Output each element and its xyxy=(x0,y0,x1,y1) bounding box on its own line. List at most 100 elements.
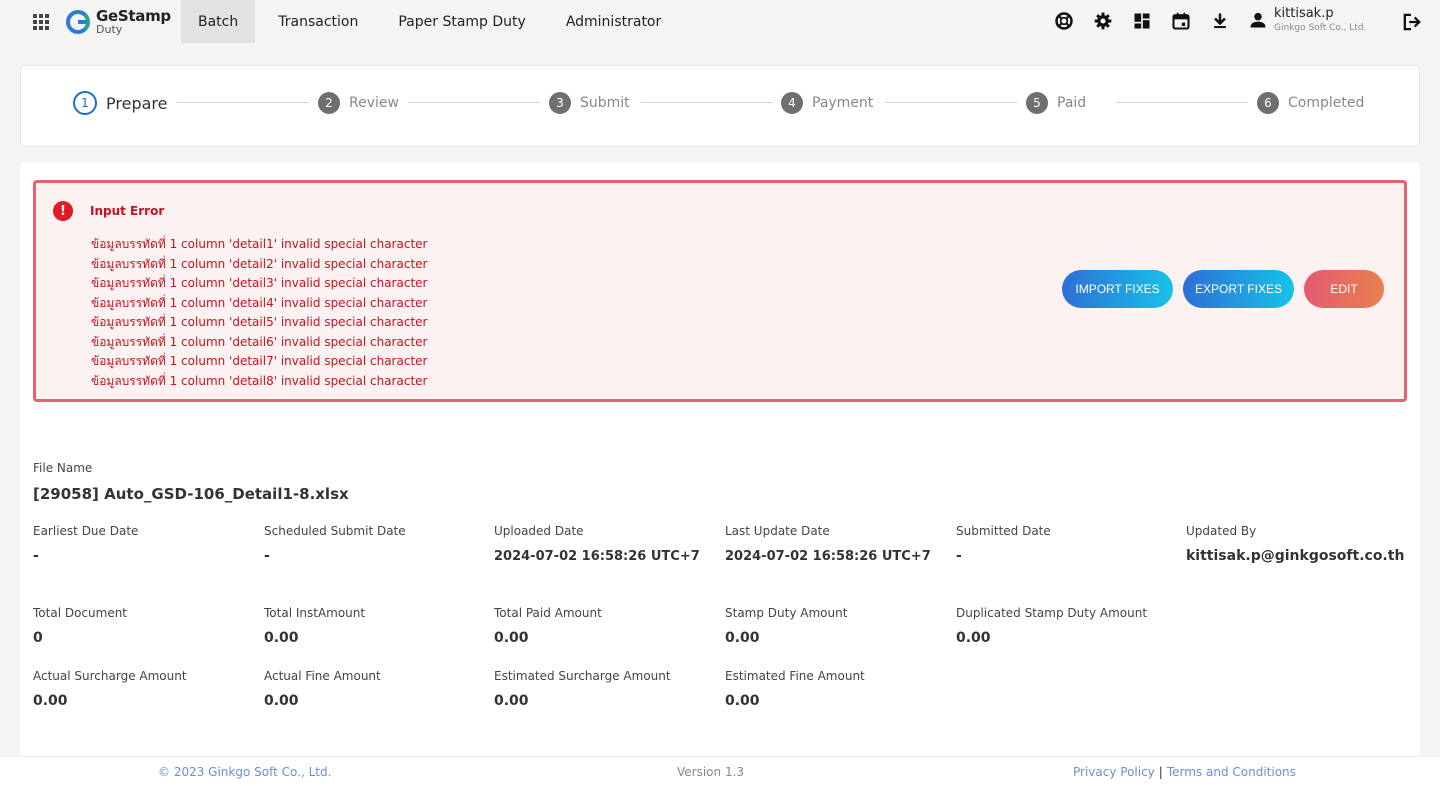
field-label: Submitted Date xyxy=(956,524,1051,538)
step-number: 5 xyxy=(1026,92,1048,114)
field-label: Total Document xyxy=(33,606,128,620)
field-label: Total Paid Amount xyxy=(494,606,602,620)
calendar-icon[interactable] xyxy=(1170,10,1192,32)
settings-icon[interactable] xyxy=(1092,10,1114,32)
error-message: ข้อมูลบรรทัดที่ 1 column 'detail6' inval… xyxy=(91,334,428,349)
field-value: 0.00 xyxy=(33,693,68,709)
input-error-panel: ! Input Error ข้อมูลบรรทัดที่ 1 column '… xyxy=(33,180,1407,402)
step-completed: 6 Completed xyxy=(1257,91,1364,115)
field-value: 0.00 xyxy=(956,630,991,646)
nav-paper-stamp-duty[interactable]: Paper Stamp Duty xyxy=(381,0,542,43)
user-menu[interactable]: kittisak.p Ginkgo Soft Co., Ltd. xyxy=(1248,6,1366,33)
error-message: ข้อมูลบรรทัดที่ 1 column 'detail2' inval… xyxy=(91,256,428,271)
field-scheduled-submit-date: Scheduled Submit Date - xyxy=(264,524,489,566)
field-value: - xyxy=(956,548,962,564)
error-message: ข้อมูลบรรทัดที่ 1 column 'detail7' inval… xyxy=(91,354,428,368)
download-icon[interactable] xyxy=(1209,10,1231,32)
field-actual-surcharge-amount: Actual Surcharge Amount 0.00 xyxy=(33,669,258,711)
field-duplicated-stamp-duty-amount: Duplicated Stamp Duty Amount 0.00 xyxy=(956,606,1181,648)
field-label: Total InstAmount xyxy=(264,606,366,620)
step-number: 3 xyxy=(549,92,571,114)
field-estimated-surcharge-amount: Estimated Surcharge Amount 0.00 xyxy=(494,669,719,711)
user-org: Ginkgo Soft Co., Ltd. xyxy=(1274,23,1367,33)
error-message: ข้อมูลบรรทัดที่ 1 column 'detail1' inval… xyxy=(91,237,428,251)
field-label: Actual Surcharge Amount xyxy=(33,669,187,683)
step-paid: 5 Paid xyxy=(1026,91,1086,115)
file-name-value: [29058] Auto_GSD-106_Detail1-8.xlsx xyxy=(33,485,349,503)
field-total-paid-amount: Total Paid Amount 0.00 xyxy=(494,606,719,648)
step-connector xyxy=(641,102,773,103)
field-label: Last Update Date xyxy=(725,524,830,538)
import-fixes-button[interactable]: IMPORT FIXES xyxy=(1062,270,1173,308)
step-connector xyxy=(408,102,540,103)
logo-text-secondary: Duty xyxy=(96,23,123,36)
field-value: 0.00 xyxy=(264,630,299,646)
step-number: 6 xyxy=(1257,92,1279,114)
field-uploaded-date: Uploaded Date 2024-07-02 16:58:26 UTC+7 xyxy=(494,524,719,566)
field-stamp-duty-amount: Stamp Duty Amount 0.00 xyxy=(725,606,950,648)
privacy-policy-link[interactable]: Privacy Policy xyxy=(1073,765,1155,779)
field-label: Earliest Due Date xyxy=(33,524,139,538)
error-message: ข้อมูลบรรทัดที่ 1 column 'detail4' inval… xyxy=(91,295,428,310)
nav-transaction[interactable]: Transaction xyxy=(261,0,375,43)
field-label: Estimated Fine Amount xyxy=(725,669,865,683)
page-footer: © 2023 Ginkgo Soft Co., Ltd. Version 1.3… xyxy=(0,756,1440,786)
terms-link[interactable]: Terms and Conditions xyxy=(1167,765,1296,779)
field-label: Duplicated Stamp Duty Amount xyxy=(956,606,1148,620)
step-number: 4 xyxy=(781,92,803,114)
error-message: ข้อมูลบรรทัดที่ 1 column 'detail5' inval… xyxy=(91,315,428,329)
field-label: Updated By xyxy=(1186,524,1257,538)
batch-detail-card: ! Input Error ข้อมูลบรรทัดที่ 1 column '… xyxy=(20,163,1420,763)
field-value: - xyxy=(33,548,39,564)
field-value: 0.00 xyxy=(725,693,760,709)
help-icon[interactable] xyxy=(1053,10,1075,32)
error-list: ข้อมูลบรรทัดที่ 1 column 'detail1' inval… xyxy=(91,235,427,391)
step-label: Paid xyxy=(1057,95,1087,111)
step-number: 2 xyxy=(318,92,340,114)
logout-icon[interactable] xyxy=(1400,11,1422,33)
step-label: Submit xyxy=(580,95,630,111)
field-label: Uploaded Date xyxy=(494,524,584,538)
field-actual-fine-amount: Actual Fine Amount 0.00 xyxy=(264,669,489,711)
field-value: 0.00 xyxy=(725,630,760,646)
logo-text-primary: GeStamp xyxy=(96,7,171,25)
step-review: 2 Review xyxy=(318,91,399,115)
field-last-update-date: Last Update Date 2024-07-02 16:58:26 UTC… xyxy=(725,524,950,566)
export-fixes-button[interactable]: EXPORT FIXES xyxy=(1183,270,1294,308)
gestamp-logo-icon xyxy=(66,10,90,34)
field-label: Actual Fine Amount xyxy=(264,669,381,683)
step-connector xyxy=(1116,102,1248,103)
step-label: Review xyxy=(349,95,399,111)
field-label: Scheduled Submit Date xyxy=(264,524,406,538)
footer-copyright: © 2023 Ginkgo Soft Co., Ltd. xyxy=(158,765,332,779)
edit-button[interactable]: EDIT xyxy=(1304,270,1384,308)
error-message: ข้อมูลบรรทัดที่ 1 column 'detail3' inval… xyxy=(91,276,428,290)
apps-grid-icon[interactable] xyxy=(33,14,49,30)
nav-administrator[interactable]: Administrator xyxy=(549,0,678,43)
step-prepare: 1 Prepare xyxy=(73,91,167,115)
error-message: ข้อมูลบรรทัดที่ 1 column 'detail8' inval… xyxy=(91,373,428,388)
error-icon: ! xyxy=(53,201,73,221)
field-value: kittisak.p@ginkgosoft.co.th xyxy=(1186,548,1405,564)
footer-links: Privacy Policy | Terms and Conditions xyxy=(1073,765,1296,779)
field-estimated-fine-amount: Estimated Fine Amount 0.00 xyxy=(725,669,950,711)
progress-stepper: 1 Prepare 2 Review 3 Submit 4 Payment 5 … xyxy=(20,65,1420,147)
field-value: 2024-07-02 16:58:26 UTC+7 xyxy=(725,549,931,564)
main-nav: Batch Transaction Paper Stamp Duty Admin… xyxy=(181,0,684,43)
field-label: Stamp Duty Amount xyxy=(725,606,848,620)
user-icon xyxy=(1250,12,1266,28)
field-value: 2024-07-02 16:58:26 UTC+7 xyxy=(494,549,700,564)
app-logo[interactable]: GeStamp Duty xyxy=(66,6,171,38)
field-value: 0.00 xyxy=(494,630,529,646)
field-label: Estimated Surcharge Amount xyxy=(494,669,671,683)
field-value: 0.00 xyxy=(494,693,529,709)
step-payment: 4 Payment xyxy=(781,91,873,115)
step-label: Payment xyxy=(812,95,874,111)
nav-batch[interactable]: Batch xyxy=(181,0,256,43)
field-updated-by: Updated By kittisak.p@ginkgosoft.co.th xyxy=(1186,524,1408,566)
step-label: Prepare xyxy=(106,93,168,113)
step-number: 1 xyxy=(73,91,97,115)
header-actions xyxy=(1053,10,1248,32)
field-value: - xyxy=(264,548,270,564)
dashboard-icon[interactable] xyxy=(1131,10,1153,32)
